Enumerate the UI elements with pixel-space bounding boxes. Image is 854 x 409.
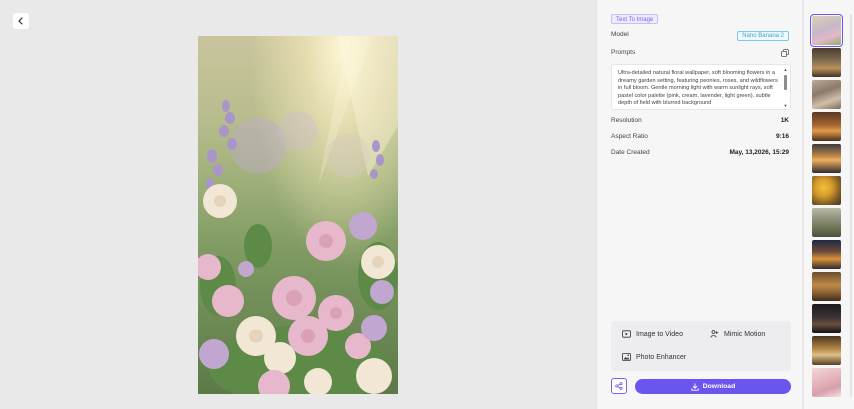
thumbnail-mountain-landscape[interactable]: [812, 48, 841, 77]
image-to-video-label: Image to Video: [636, 330, 683, 338]
chevron-left-icon: [18, 17, 23, 25]
share-icon: [615, 382, 623, 390]
prompts-label: Prompts: [611, 49, 636, 56]
model-label: Model: [611, 31, 629, 38]
scroll-thumb[interactable]: [784, 75, 787, 90]
thumbnail-painted-scene[interactable]: [812, 80, 841, 109]
image-enhance-icon: [622, 353, 631, 361]
resolution-label: Resolution: [611, 117, 642, 124]
thumbnail-festive-city[interactable]: [812, 240, 841, 269]
thumbnail-dark-portrait[interactable]: [812, 304, 841, 333]
date-created-value: May, 13,2026, 15:29: [729, 149, 789, 156]
floral-artwork: [198, 36, 398, 394]
photo-enhancer-label: Photo Enhancer: [636, 353, 687, 361]
thumbnail-autumn-street[interactable]: [812, 112, 841, 141]
thumbnail-sunflowers[interactable]: [812, 176, 841, 205]
details-panel: Text To Image Model Nano Banana 2 Prompt…: [596, 0, 802, 409]
thumbnail-scrollbar[interactable]: [850, 14, 852, 397]
back-button[interactable]: [13, 13, 29, 29]
copy-icon[interactable]: [781, 49, 789, 57]
prompt-text: Ultra-detailed natural floral wallpaper,…: [618, 70, 778, 107]
download-icon: [691, 382, 699, 391]
mimic-motion-button[interactable]: Mimic Motion: [710, 330, 765, 338]
thumbnail-pink-sketch[interactable]: [812, 368, 841, 397]
mimic-motion-label: Mimic Motion: [724, 330, 766, 338]
thumbnail-forest-path[interactable]: [812, 208, 841, 237]
person-motion-icon: [710, 330, 719, 338]
thumbnail-strip[interactable]: [803, 0, 854, 409]
download-button[interactable]: Download: [635, 379, 791, 394]
generation-type-badge: Text To Image: [611, 14, 659, 24]
aspect-ratio-value: 9:16: [775, 133, 789, 140]
image-to-video-button[interactable]: Image to Video: [622, 330, 683, 338]
share-button[interactable]: [611, 378, 627, 394]
scroll-down-icon[interactable]: ▼: [783, 104, 788, 108]
prompt-scrollbar[interactable]: ▲ ▼: [783, 68, 788, 108]
preview-area: [0, 0, 596, 409]
model-badge: Nano Banana 2: [737, 31, 789, 41]
tools-panel: Image to Video Mimic Motion Photo Enhanc…: [611, 321, 791, 371]
aspect-ratio-label: Aspect Ratio: [611, 133, 648, 140]
date-created-label: Date Created: [611, 149, 650, 156]
photo-enhancer-button[interactable]: Photo Enhancer: [622, 353, 686, 361]
thumbnail-floral-garden[interactable]: [810, 14, 843, 47]
generated-image: [198, 36, 398, 394]
scroll-up-icon[interactable]: ▲: [783, 68, 788, 72]
thumbnail-golden-figure[interactable]: [812, 336, 841, 365]
thumbnail-sunset-coast[interactable]: [812, 144, 841, 173]
thumbnail-warm-village[interactable]: [812, 272, 841, 301]
prompt-textbox[interactable]: Ultra-detailed natural floral wallpaper,…: [611, 64, 791, 110]
resolution-value: 1K: [780, 117, 789, 124]
download-label: Download: [702, 383, 736, 390]
video-icon: [622, 330, 631, 338]
